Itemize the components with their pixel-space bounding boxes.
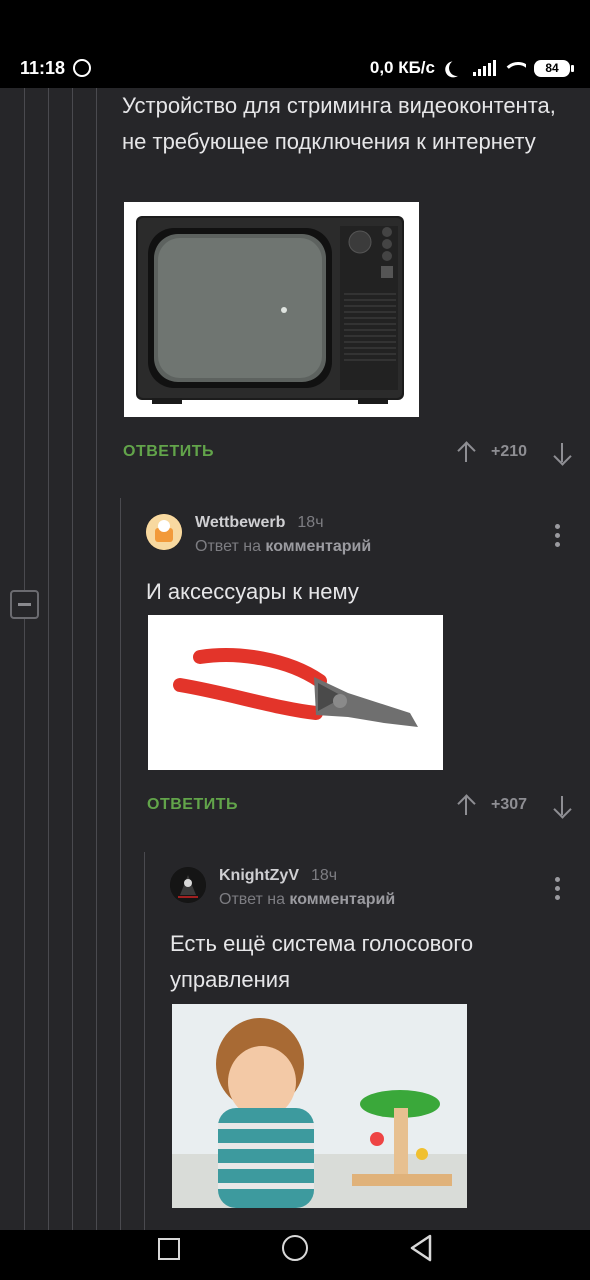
collapse-thread-button[interactable]	[10, 590, 39, 619]
status-time: 11:18	[20, 57, 66, 78]
vote-bar: +307	[455, 793, 573, 817]
avatar[interactable]	[170, 867, 206, 903]
thread-line	[120, 498, 121, 1230]
navigation-bar	[0, 1230, 590, 1280]
signal-icon	[473, 60, 496, 76]
recent-apps-icon[interactable]	[158, 1238, 180, 1260]
upvote-arrow-icon[interactable]	[455, 440, 477, 464]
whatsapp-icon	[73, 59, 92, 77]
comment-text: И аксессуары к нему	[146, 579, 359, 604]
comment-score: +210	[491, 443, 528, 460]
avatar[interactable]	[146, 514, 182, 550]
battery-level: 84	[545, 61, 559, 75]
status-bar: 11:18 0,0 КБ/с 84	[0, 0, 590, 88]
reply-to-prefix: Ответ на	[219, 891, 285, 908]
thread-line	[48, 88, 49, 1230]
comment-header: KnightZyV 18ч Ответ на комментарий	[170, 867, 395, 909]
downvote-arrow-icon[interactable]	[551, 793, 573, 817]
thread-line	[24, 619, 25, 1230]
home-icon[interactable]	[282, 1235, 308, 1261]
reply-button[interactable]: ОТВЕТИТЬ	[123, 443, 214, 461]
more-options-icon[interactable]	[555, 877, 561, 901]
author-name[interactable]: Wettbewerb	[195, 514, 285, 532]
upvote-arrow-icon[interactable]	[455, 793, 477, 817]
thread-line	[72, 88, 73, 1230]
reply-to-link[interactable]: комментарий	[265, 538, 371, 555]
thread-line	[96, 88, 97, 1230]
author-name[interactable]: KnightZyV	[219, 867, 299, 885]
vote-bar: +210	[455, 440, 573, 464]
reply-to-prefix: Ответ на	[195, 538, 261, 555]
comment-score: +307	[491, 796, 528, 813]
battery-icon: 84	[534, 59, 574, 77]
downvote-arrow-icon[interactable]	[551, 440, 573, 464]
more-options-icon[interactable]	[555, 524, 561, 548]
comment-text: Есть ещё система голосового управления	[170, 931, 474, 992]
comment-time: 18ч	[311, 867, 338, 884]
retro-tv-image[interactable]	[124, 202, 419, 417]
comment-header: Wettbewerb 18ч Ответ на комментарий	[146, 514, 371, 556]
pliers-image[interactable]	[148, 615, 443, 770]
reply-to-line: Ответ на комментарий	[219, 891, 395, 909]
reply-button[interactable]: ОТВЕТИТЬ	[147, 796, 238, 814]
network-speed: 0,0 КБ/с	[369, 58, 435, 77]
moon-icon	[447, 58, 468, 79]
screen: 11:18 0,0 КБ/с 84 Устройство для стримин…	[0, 0, 590, 1280]
comment-time: 18ч	[297, 514, 324, 531]
child-with-toy-image[interactable]	[172, 1004, 467, 1208]
reply-to-line: Ответ на комментарий	[195, 538, 371, 556]
thread-line	[144, 852, 145, 1230]
comment-text: Устройство для стриминга видеоконтента, …	[122, 93, 556, 154]
back-icon[interactable]	[408, 1233, 434, 1263]
thread-line	[24, 88, 25, 590]
wifi-icon	[504, 60, 526, 76]
reply-to-link[interactable]: комментарий	[289, 891, 395, 908]
